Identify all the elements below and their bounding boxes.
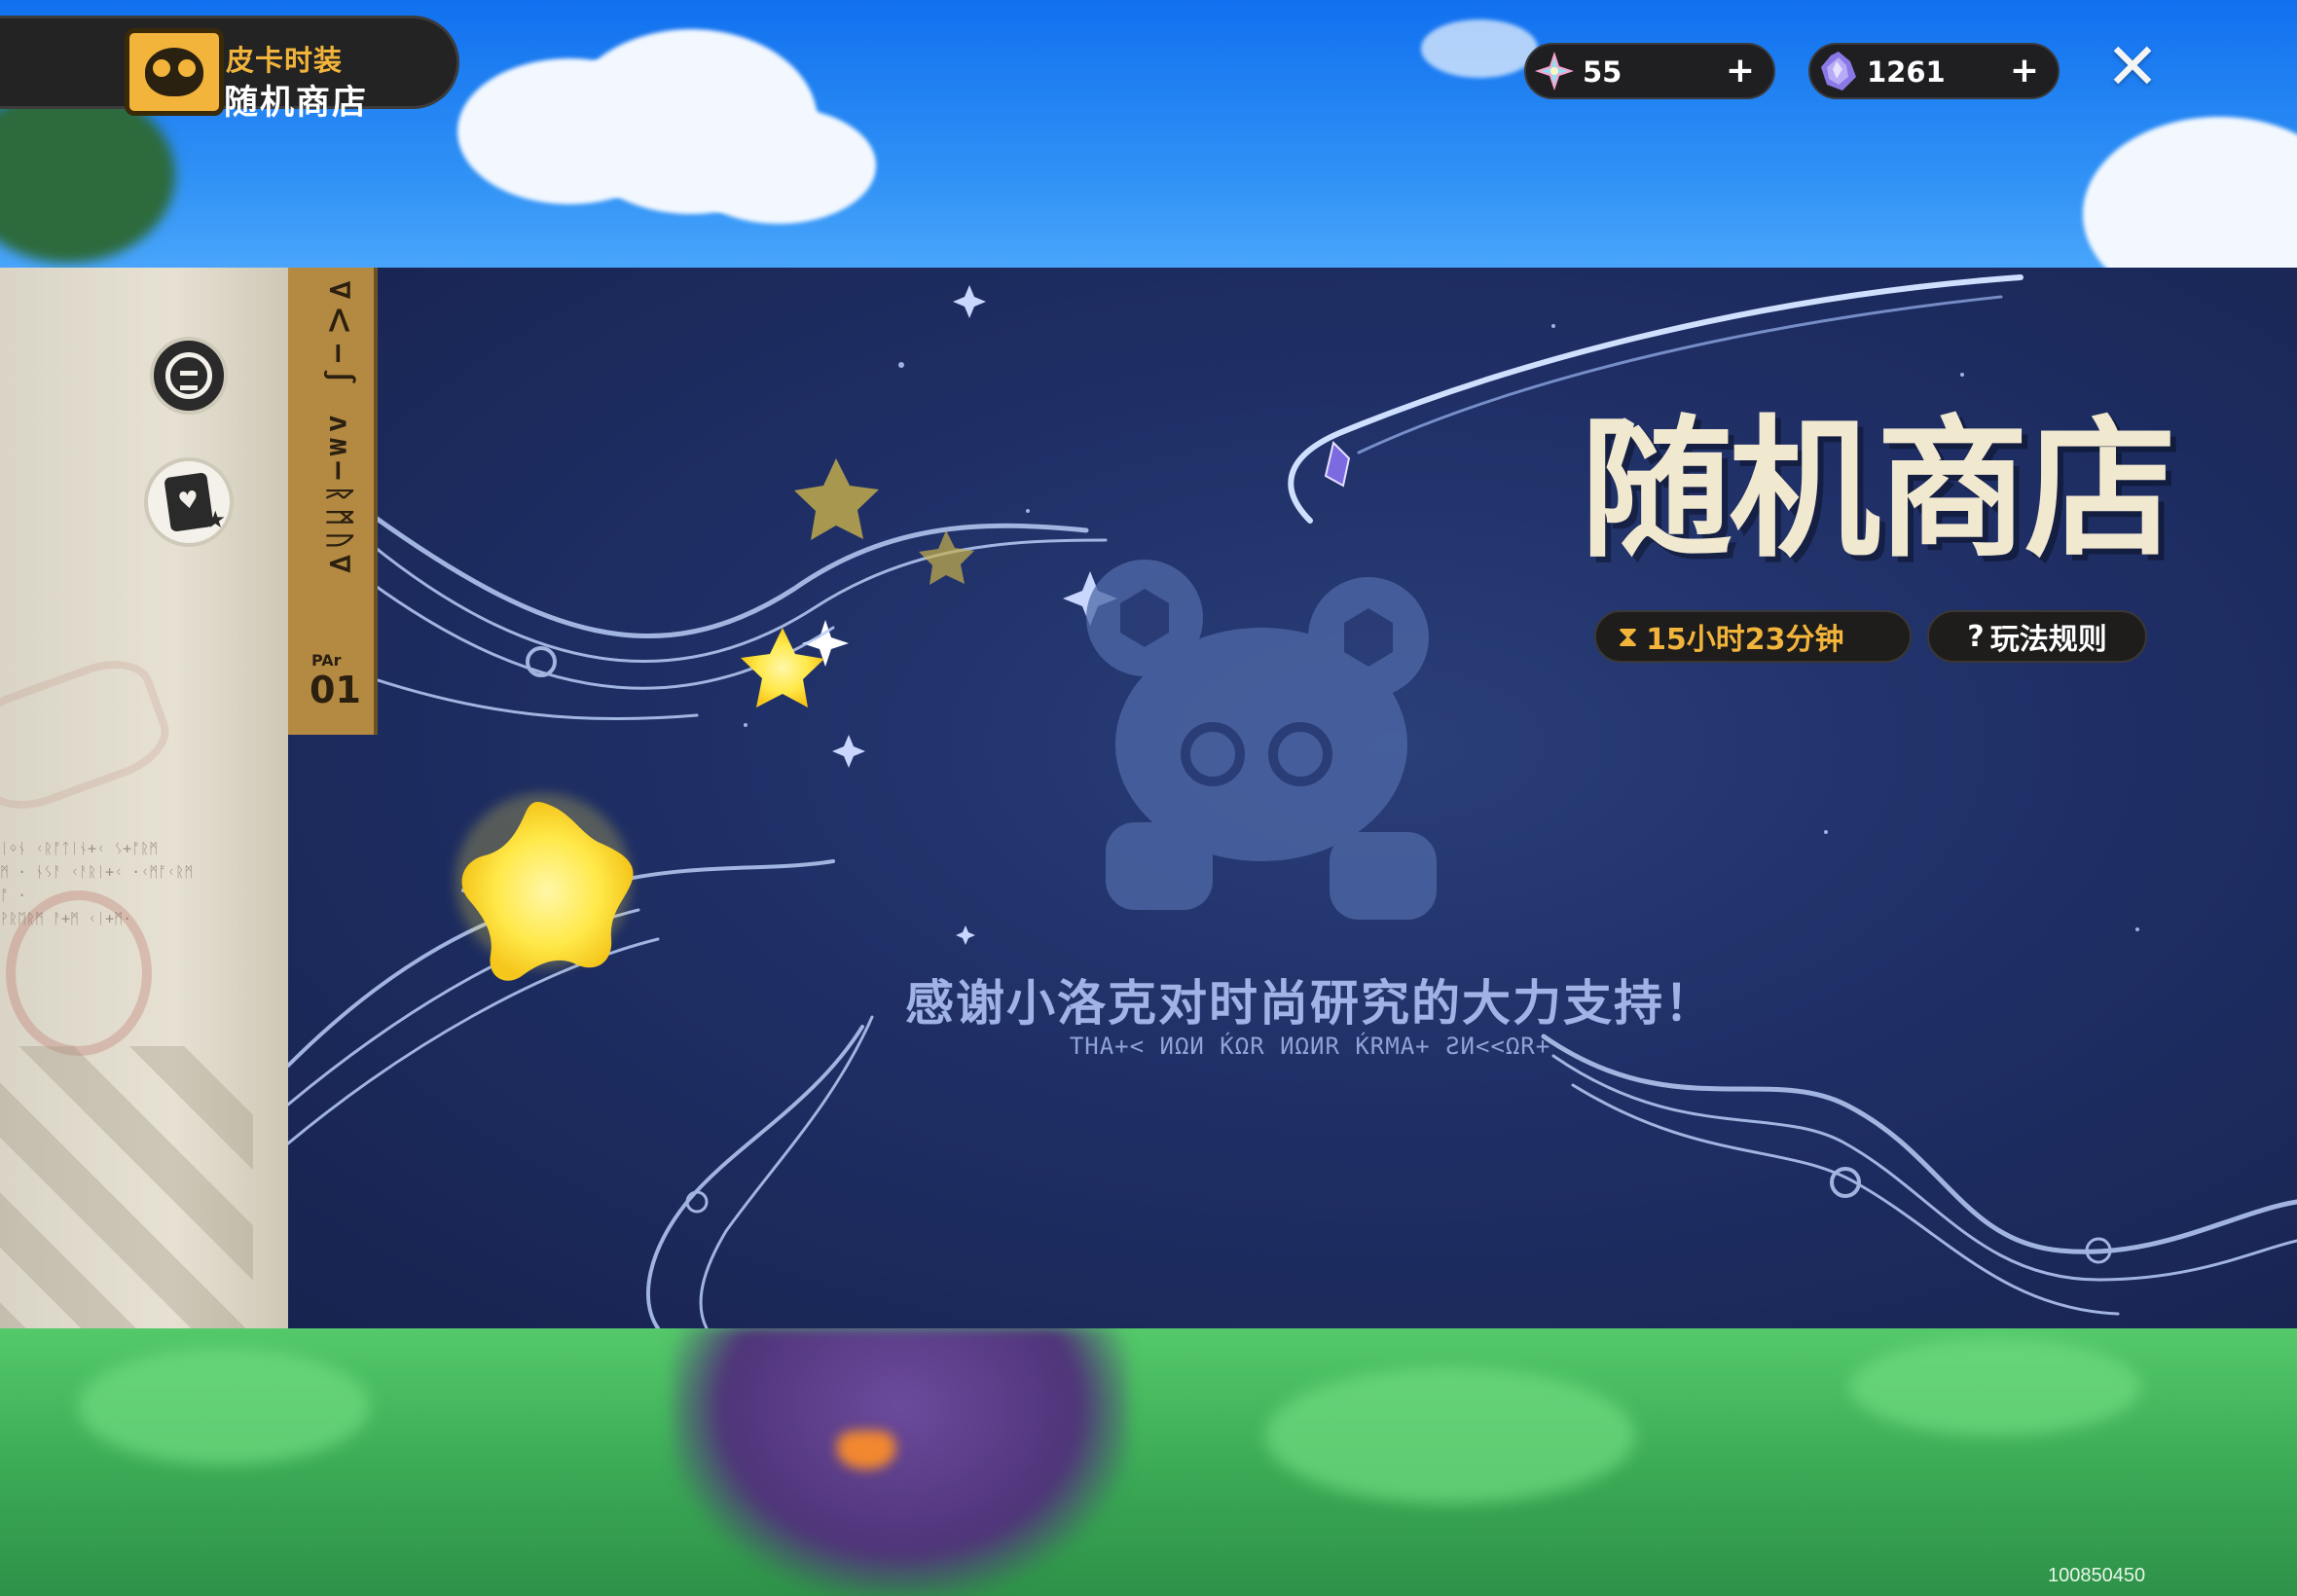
character-accessory [837,1431,895,1469]
purple-crystal-icon [1816,49,1861,93]
star-icon: ★ [204,506,226,533]
side-tab-rail: ᛁᛜᚾ ᚲᚱᚩᛏᛁᚾ+ᚲ ᛊ+ᚩᚱᛗ ᛗ · ᚾᛊᚨ ᚲᚨᚱᛁ+ᚲ ·ᚲᛗᚩᚲᚱ… [0,268,288,1328]
shop-title-plate: 皮卡时装 随机商店 [0,16,459,123]
sidebar-item-card[interactable]: ★ [144,457,234,547]
add-rainbow-crystal-button[interactable]: + [1721,51,1760,91]
thanks-message: 感谢小洛克对时尚研究的大力支持！ [905,975,1715,1032]
timer-text: 15小时23分钟 [1646,623,1844,657]
refresh-timer: ⧗ 15小时23分钟 [1594,610,1912,663]
banner-side-tab: ∇ᐱ–∫ ʌʍ–ᚱᛗᚢ∇ PAr 01 [288,268,378,735]
currency-purple-crystal: 1261 + [1808,43,2060,99]
grass-background [0,1328,2297,1596]
mascot-silhouette-icon [1086,560,1437,920]
add-purple-crystal-button[interactable]: + [2005,51,2044,91]
rainbow-crystal-icon [1532,49,1577,93]
big-star-icon [456,793,634,981]
mascot-book-icon [125,28,224,116]
random-shop-icon [165,352,212,399]
currency-value: 1261 [1867,55,1946,89]
small-star-icon [794,458,974,585]
close-icon: ✕ [2105,29,2160,104]
currency-rainbow-crystal: 55 + [1524,43,1775,99]
rules-button[interactable]: ? 玩法规则 [1927,610,2147,663]
banner-heading: 随机商店 [1581,401,2176,578]
thanks-message-runes: THA+< ИΩИ ЌΩR ИΩИR ЌRMA+ ƧИ<<ΩR+ [1069,1033,1551,1060]
sidebar-item-random-shop[interactable] [150,337,228,415]
banner-tab-number: 01 [310,669,361,711]
close-button[interactable]: ✕ [2100,35,2165,99]
currency-value: 55 [1583,55,1622,89]
build-id: 100850450 [2048,1565,2146,1586]
sparkle-icon [802,285,1117,945]
question-icon: ? [1967,619,1985,654]
player-character [672,1325,1129,1596]
hourglass-icon: ⧗ [1618,619,1639,654]
title-main: 随机商店 [224,84,369,123]
rules-label: 玩法规则 [1989,623,2107,657]
random-shop-banner: ∇ᐱ–∫ ʌʍ–ᚱᛗᚢ∇ PAr 01 随机商店 ⧗ 15小时23分钟 ? 玩法… [288,268,2297,1328]
banner-tab-runes: ∇ᐱ–∫ ʌʍ–ᚱᛗᚢ∇ [322,281,356,579]
banner-tab-label: PAr [311,651,342,670]
title-subtitle: 皮卡时装 [226,44,344,77]
